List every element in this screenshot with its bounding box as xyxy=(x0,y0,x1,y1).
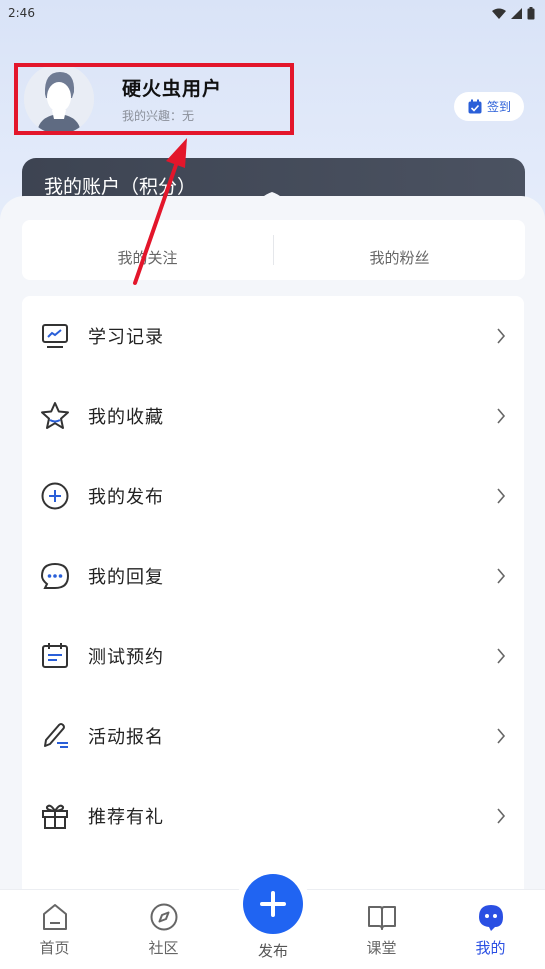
chart-monitor-icon xyxy=(40,321,70,351)
chevron-right-icon xyxy=(497,488,506,504)
menu-item-study-record[interactable]: 学习记录 xyxy=(22,296,524,376)
following-link[interactable]: 我的关注 xyxy=(22,233,273,268)
wifi-icon xyxy=(492,8,506,19)
plus-icon xyxy=(260,891,286,917)
book-icon xyxy=(367,906,396,930)
status-icons xyxy=(492,6,535,20)
chevron-right-icon xyxy=(497,808,506,824)
compass-icon xyxy=(150,903,177,931)
nav-home[interactable]: 首页 xyxy=(0,890,109,969)
menu-item-favorites[interactable]: 我的收藏 xyxy=(22,376,524,456)
nav-mine[interactable]: 我的 xyxy=(436,890,545,969)
chevron-right-icon xyxy=(497,648,506,664)
menu-item-referral-gift[interactable]: 推荐有礼 xyxy=(22,776,524,856)
followers-link[interactable]: 我的粉丝 xyxy=(274,233,525,268)
chat-bubble-icon xyxy=(40,561,70,591)
menu-item-label: 我的收藏 xyxy=(88,407,164,428)
nav-community[interactable]: 社区 xyxy=(109,890,218,969)
calendar-check-icon xyxy=(468,99,482,113)
chevron-right-icon xyxy=(497,328,506,344)
chevron-right-icon xyxy=(497,568,506,584)
menu-item-label: 测试预约 xyxy=(88,647,164,668)
nav-classroom-label: 课堂 xyxy=(366,939,397,957)
menu-item-label: 我的回复 xyxy=(88,567,164,588)
account-title: 我的账户（积分） xyxy=(44,176,197,198)
signal-icon xyxy=(511,7,522,19)
menu-item-my-replies[interactable]: 我的回复 xyxy=(22,536,524,616)
menu-item-label: 学习记录 xyxy=(88,327,164,348)
menu-item-label: 推荐有礼 xyxy=(88,807,164,828)
plus-circle-icon xyxy=(40,481,70,511)
sheet-notch xyxy=(254,192,290,208)
chevron-right-icon xyxy=(497,408,506,424)
menu-item-label: 我的发布 xyxy=(88,487,164,508)
battery-icon xyxy=(527,6,535,19)
status-bar: 2:46 xyxy=(0,0,545,26)
status-time: 2:46 xyxy=(8,6,35,20)
calendar-icon xyxy=(40,641,70,671)
pen-icon xyxy=(40,721,70,751)
nav-publish-label: 发布 xyxy=(257,942,288,960)
gift-icon xyxy=(40,801,70,831)
menu-list: 学习记录 我的收藏 我的发布 我的回复 测试预约 活动报名 推荐有礼 xyxy=(22,296,524,906)
home-icon xyxy=(42,904,67,930)
checkin-button[interactable]: 签到 xyxy=(454,92,524,121)
nav-mine-label: 我的 xyxy=(475,939,506,957)
highlight-annotation-box xyxy=(14,63,294,135)
robot-face-icon xyxy=(478,905,503,931)
menu-item-label: 活动报名 xyxy=(88,727,164,748)
menu-item-event-signup[interactable]: 活动报名 xyxy=(22,696,524,776)
menu-item-test-booking[interactable]: 测试预约 xyxy=(22,616,524,696)
chevron-right-icon xyxy=(497,728,506,744)
nav-community-label: 社区 xyxy=(148,939,179,957)
nav-home-label: 首页 xyxy=(39,939,70,957)
nav-classroom[interactable]: 课堂 xyxy=(327,890,436,969)
publish-button[interactable] xyxy=(243,874,303,934)
follow-stats-card: 我的关注 我的粉丝 xyxy=(22,220,525,280)
menu-item-my-posts[interactable]: 我的发布 xyxy=(22,456,524,536)
star-icon xyxy=(40,401,70,431)
checkin-label: 签到 xyxy=(486,100,511,114)
